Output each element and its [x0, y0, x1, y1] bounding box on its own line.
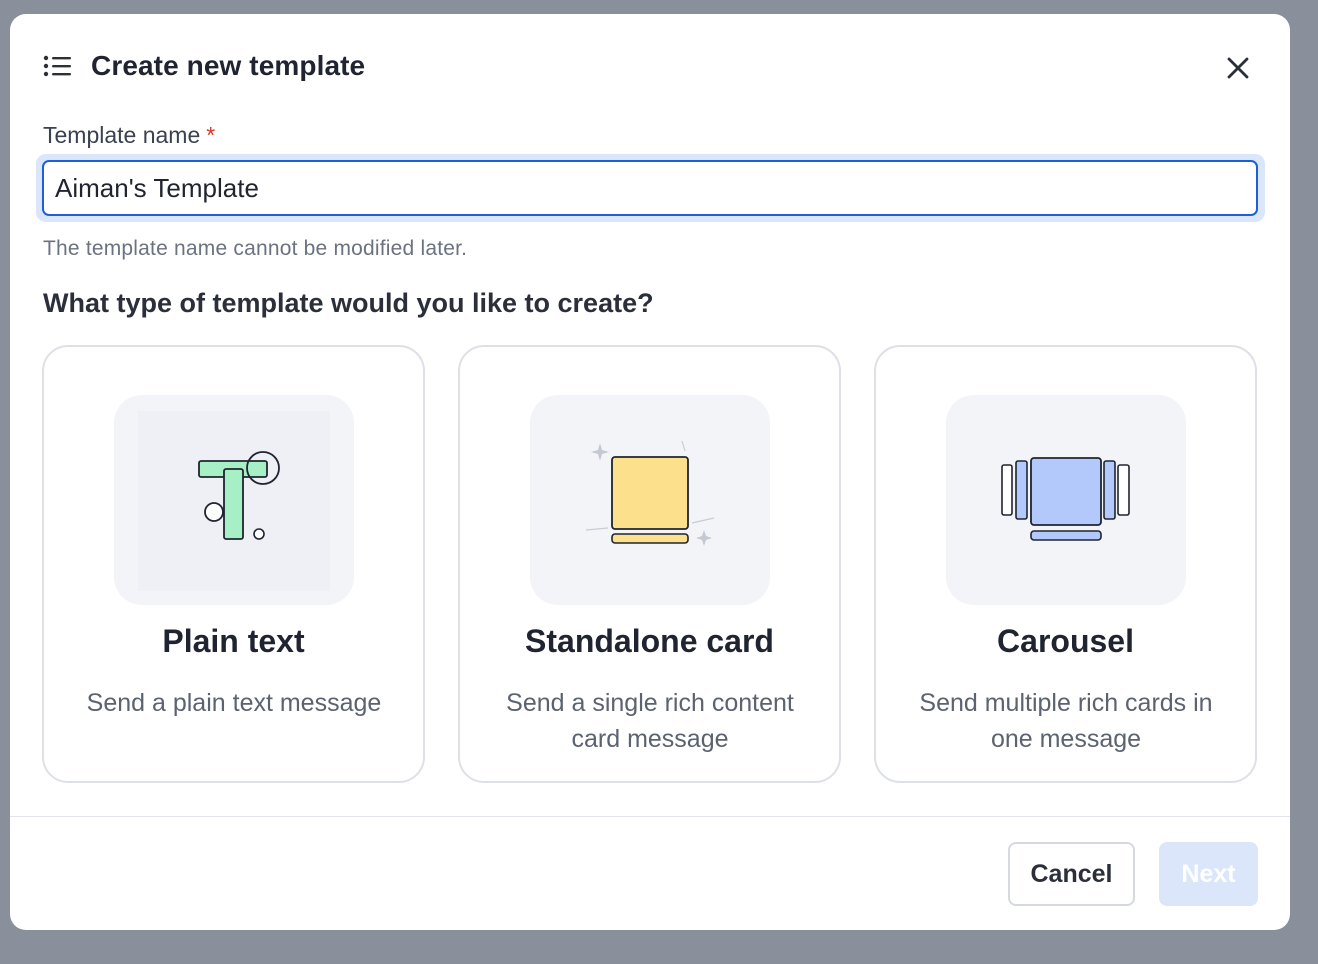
template-name-hint: The template name cannot be modified lat…	[43, 237, 468, 260]
create-template-dialog: Create new template Template name* The t…	[10, 14, 1290, 930]
option-card-carousel[interactable]: Carousel Send multiple rich cards in one…	[874, 345, 1257, 783]
option-title: Plain text	[162, 623, 305, 659]
template-name-label-text: Template name	[43, 122, 201, 148]
template-name-input[interactable]	[42, 160, 1258, 216]
list-icon	[43, 54, 73, 80]
cancel-button[interactable]: Cancel	[1008, 842, 1135, 906]
required-marker: *	[206, 122, 216, 148]
template-type-question: What type of template would you like to …	[43, 288, 654, 318]
dialog-header: Create new template	[10, 14, 1290, 118]
option-description: Send a plain text message	[86, 689, 382, 717]
option-card-standalone-card[interactable]: Standalone card Send a single rich conte…	[458, 345, 841, 783]
plain-text-icon	[114, 395, 354, 605]
option-title: Carousel	[997, 623, 1134, 659]
standalone-card-icon	[530, 395, 770, 605]
footer-divider	[10, 816, 1290, 817]
option-title: Standalone card	[525, 623, 774, 659]
dialog-title: Create new template	[91, 50, 366, 81]
template-name-label: Template name *	[43, 122, 215, 149]
next-button[interactable]: Next	[1159, 842, 1258, 906]
close-icon[interactable]	[1222, 52, 1254, 84]
option-description: Send a single rich content card message	[506, 689, 794, 753]
carousel-icon	[946, 395, 1186, 605]
option-description: Send multiple rich cards in one message	[919, 689, 1213, 753]
option-card-plain-text[interactable]: Plain text Send a plain text message	[42, 345, 425, 783]
